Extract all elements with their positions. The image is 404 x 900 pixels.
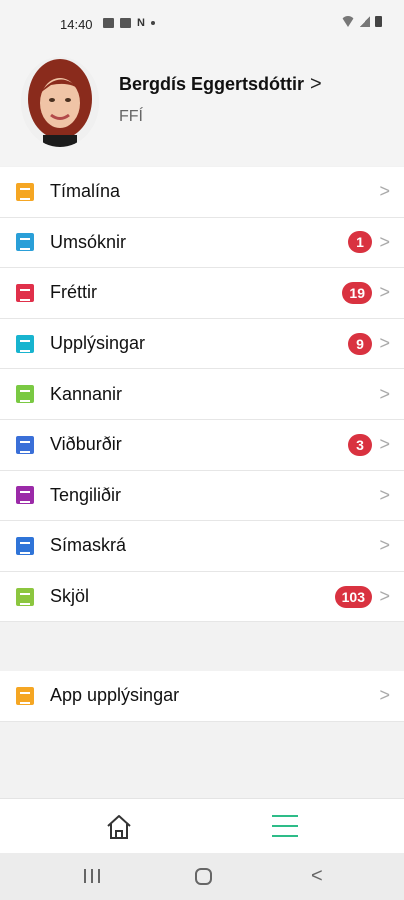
chevron-right-icon: >	[379, 685, 390, 706]
menu-list: Tímalína > Umsóknir 1 > Fréttir 19 > Upplýsingar…	[0, 167, 404, 623]
chevron-right-icon: >	[379, 282, 390, 303]
menu-item-label: Viðburðir	[50, 434, 122, 455]
status-time: 14:40	[60, 17, 93, 32]
chevron-right-icon: >	[379, 434, 390, 455]
phonebook-icon	[16, 536, 34, 555]
signal-icon	[360, 16, 370, 27]
menu-item-label: Upplýsingar	[50, 333, 146, 354]
survey-icon	[16, 385, 34, 404]
calendar-icon	[16, 435, 34, 454]
chevron-right-icon: >	[379, 383, 390, 404]
count-badge: 9	[348, 332, 372, 355]
n-notification-icon: N	[137, 17, 145, 29]
status-notification-icons: N	[103, 17, 155, 29]
count-badge: 3	[348, 433, 372, 456]
profile-chevron-icon: >	[310, 73, 322, 95]
chevron-right-icon: >	[379, 181, 390, 202]
chevron-right-icon: >	[379, 484, 390, 505]
menu-tab-icon[interactable]	[272, 815, 298, 837]
chevron-right-icon: >	[379, 535, 390, 556]
profile-organization: FFÍ	[119, 108, 143, 125]
info-icon	[16, 334, 34, 353]
app-info-section: App upplýsingar >	[0, 671, 404, 722]
profile-header[interactable]: Bergdís Eggertsdóttir > FFÍ	[0, 48, 404, 166]
bottom-tab-bar	[0, 798, 404, 853]
chevron-right-icon: >	[379, 586, 390, 607]
back-icon[interactable]: <	[311, 866, 323, 886]
avatar	[21, 57, 99, 147]
battery-icon	[375, 16, 382, 27]
chevron-right-icon: >	[379, 333, 390, 354]
menu-item-label: Umsóknir	[50, 231, 127, 252]
count-badge: 1	[348, 231, 372, 254]
menu-item-label: Skjöl	[50, 586, 90, 607]
menu-item[interactable]: Kannanir >	[0, 369, 404, 420]
profile-name-text: Bergdís Eggertsdóttir	[119, 74, 305, 94]
timeline-icon	[16, 182, 34, 201]
menu-item-label: App upplýsingar	[50, 685, 180, 706]
home-button-icon[interactable]	[195, 868, 212, 885]
profile-name[interactable]: Bergdís Eggertsdóttir >	[119, 73, 322, 96]
count-badge: 103	[334, 585, 372, 608]
status-bar: 14:40 N	[0, 0, 404, 48]
news-icon	[16, 283, 34, 302]
chevron-right-icon: >	[379, 231, 390, 252]
application-icon	[16, 233, 34, 252]
menu-item-app-info[interactable]: App upplýsingar >	[0, 671, 404, 722]
menu-item[interactable]: Umsóknir 1 >	[0, 218, 404, 269]
gear-icon	[16, 686, 34, 705]
menu-item-label: Fréttir	[50, 282, 97, 303]
menu-item-label: Tímalína	[50, 181, 121, 202]
menu-item[interactable]: Tímalína >	[0, 167, 404, 218]
wifi-icon	[341, 16, 355, 27]
recent-apps-icon[interactable]	[83, 869, 101, 883]
menu-item[interactable]: Skjöl 103 >	[0, 572, 404, 623]
dot-notification-icon	[150, 21, 155, 25]
menu-item[interactable]: Viðburðir 3 >	[0, 420, 404, 471]
count-badge: 19	[342, 281, 372, 304]
menu-item[interactable]: Símaskrá >	[0, 521, 404, 572]
menu-item-label: Tengiliðir	[50, 484, 122, 505]
home-tab-icon[interactable]	[104, 813, 134, 841]
message-notification-icon	[120, 18, 131, 28]
menu-item-label: Kannanir	[50, 383, 123, 404]
menu-item[interactable]: Upplýsingar 9 >	[0, 319, 404, 370]
contacts-icon	[16, 486, 34, 505]
menu-item-label: Símaskrá	[50, 535, 127, 556]
status-system-icons	[341, 16, 382, 27]
menu-item[interactable]: Fréttir 19 >	[0, 268, 404, 319]
menu-item[interactable]: Tengiliðir >	[0, 471, 404, 522]
image-notification-icon	[103, 18, 114, 28]
system-navigation-bar: <	[0, 853, 404, 900]
documents-icon	[16, 587, 34, 606]
